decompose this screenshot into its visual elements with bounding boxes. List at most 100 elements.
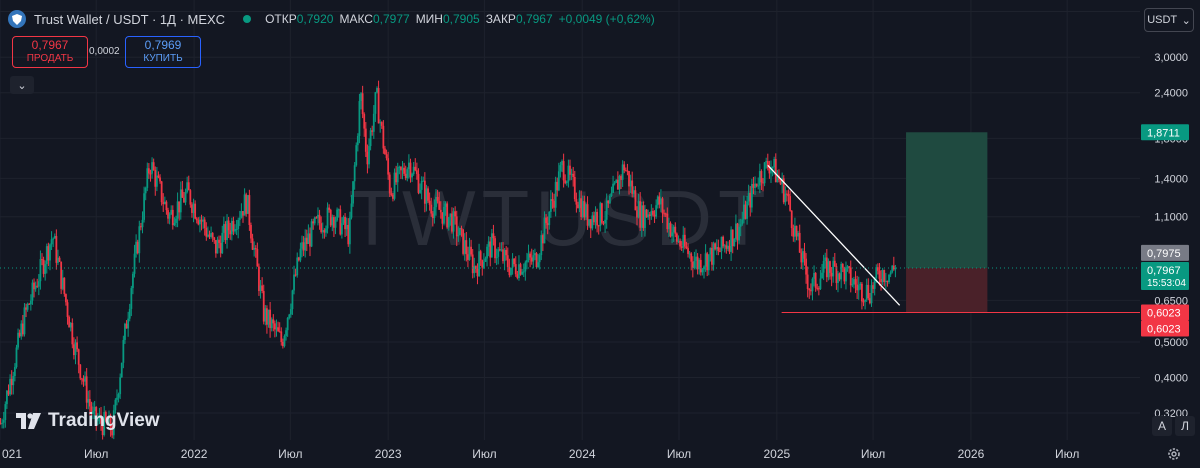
candle-body bbox=[653, 214, 656, 217]
spread-value: 0,0002 bbox=[89, 46, 120, 57]
candle-body bbox=[535, 253, 538, 268]
candle-body bbox=[889, 272, 892, 275]
candle-body bbox=[202, 219, 205, 222]
candle-body bbox=[246, 195, 249, 214]
candle-body bbox=[682, 234, 685, 248]
candle-body bbox=[454, 211, 457, 217]
candle-body bbox=[701, 269, 704, 273]
auto-scale-button[interactable]: A bbox=[1152, 416, 1172, 436]
candle-body bbox=[511, 258, 514, 268]
candle-body bbox=[77, 349, 80, 365]
candle-body bbox=[84, 376, 86, 382]
candle-body bbox=[207, 234, 209, 237]
candle-body bbox=[669, 222, 672, 237]
candle-body bbox=[696, 256, 699, 270]
candle-body bbox=[709, 247, 712, 255]
candle-body bbox=[557, 171, 560, 191]
ohlc-high: МАКС0,7977 bbox=[339, 12, 410, 26]
candle-body bbox=[656, 196, 659, 206]
candle-body bbox=[36, 285, 39, 287]
candle-body bbox=[569, 165, 571, 175]
candle-body bbox=[167, 210, 169, 219]
candle-body bbox=[827, 261, 830, 278]
candle-body bbox=[312, 221, 315, 224]
candle-body bbox=[29, 300, 32, 305]
symbol-title[interactable]: Trust Wallet / USDT · 1Д · MEXC bbox=[34, 12, 225, 27]
stop-zone bbox=[906, 267, 988, 313]
candle-body bbox=[66, 302, 69, 317]
candle-body bbox=[471, 254, 474, 274]
time-axis[interactable]: 021 Июл 2022 Июл 2023 Июл 2024 Июл 2025 Июл 2026 Ию… bbox=[2, 447, 1079, 461]
candle-body bbox=[356, 136, 359, 146]
candle-body bbox=[283, 335, 286, 347]
candle-body bbox=[892, 265, 895, 270]
candle-body bbox=[243, 194, 246, 216]
chart-area[interactable]: TWTUSDT 4,00003,00002,40001,80001,40001,… bbox=[0, 0, 1200, 468]
candle-body bbox=[608, 196, 611, 204]
candle-body bbox=[586, 204, 589, 226]
candle-body bbox=[559, 165, 562, 172]
candle-body bbox=[867, 284, 870, 299]
candle-body bbox=[10, 378, 13, 386]
candle-body bbox=[261, 285, 264, 292]
candle-body bbox=[715, 247, 718, 250]
candle-body bbox=[237, 219, 240, 229]
candle-body bbox=[210, 233, 212, 237]
candle-body bbox=[248, 195, 251, 225]
candle-body bbox=[340, 223, 343, 235]
candle-body bbox=[868, 298, 871, 304]
candle-body bbox=[521, 271, 524, 275]
candle-body bbox=[626, 170, 629, 172]
candle-body bbox=[176, 201, 179, 219]
candle-body bbox=[549, 199, 552, 212]
candle-body bbox=[9, 378, 12, 395]
candle-body bbox=[449, 213, 452, 217]
candle-body bbox=[667, 222, 670, 230]
candle-body bbox=[650, 210, 653, 216]
candle-body bbox=[731, 229, 734, 247]
candle-body bbox=[725, 245, 728, 249]
candle-body bbox=[179, 189, 182, 213]
candle-body bbox=[862, 301, 865, 303]
gear-icon[interactable] bbox=[1166, 446, 1182, 462]
ohlc-low: МИН0,7905 bbox=[415, 12, 480, 26]
price-axis[interactable]: 4,00003,00002,40001,80001,40001,10000,65… bbox=[1154, 6, 1188, 419]
position-zones[interactable] bbox=[906, 132, 988, 313]
candle-body bbox=[498, 249, 501, 251]
sell-button[interactable]: 0,7967 ПРОДАТЬ bbox=[12, 36, 88, 68]
candle-body bbox=[186, 182, 189, 193]
price-label-text: 0,6023 bbox=[1147, 307, 1181, 319]
candle-body bbox=[809, 290, 812, 292]
candle-body bbox=[534, 253, 536, 256]
candle-body bbox=[296, 257, 299, 276]
log-scale-button[interactable]: Л bbox=[1175, 416, 1195, 436]
candle-body bbox=[68, 316, 71, 328]
candle-body bbox=[23, 307, 26, 335]
candle-body bbox=[400, 166, 402, 171]
candle-body bbox=[122, 340, 125, 363]
candle-body bbox=[230, 220, 233, 235]
candle-body bbox=[446, 203, 449, 228]
currency-select[interactable]: USDT ⌄ bbox=[1144, 8, 1194, 32]
candle-body bbox=[253, 247, 256, 250]
candle-body bbox=[457, 235, 460, 237]
candle-body bbox=[213, 237, 216, 241]
candle-body bbox=[329, 209, 332, 226]
candle-body bbox=[637, 201, 640, 218]
candle-body bbox=[561, 161, 563, 166]
candle-body bbox=[221, 232, 224, 254]
buy-button[interactable]: 0,7969 КУПИТЬ bbox=[125, 36, 201, 68]
price-chart[interactable]: TWTUSDT 4,00003,00002,40001,80001,40001,… bbox=[0, 0, 1200, 468]
collapse-toggle[interactable]: ⌄ bbox=[10, 76, 34, 94]
candle-body bbox=[486, 246, 488, 259]
candle-body bbox=[411, 174, 413, 178]
candle-body bbox=[597, 225, 600, 227]
candle-body bbox=[857, 285, 860, 291]
candle-body bbox=[492, 233, 495, 239]
candle-body bbox=[141, 219, 144, 228]
candle-body bbox=[790, 210, 793, 229]
candle-body bbox=[444, 203, 447, 207]
candle-body bbox=[53, 236, 56, 239]
candle-body bbox=[513, 258, 516, 265]
candle-body bbox=[264, 308, 267, 322]
